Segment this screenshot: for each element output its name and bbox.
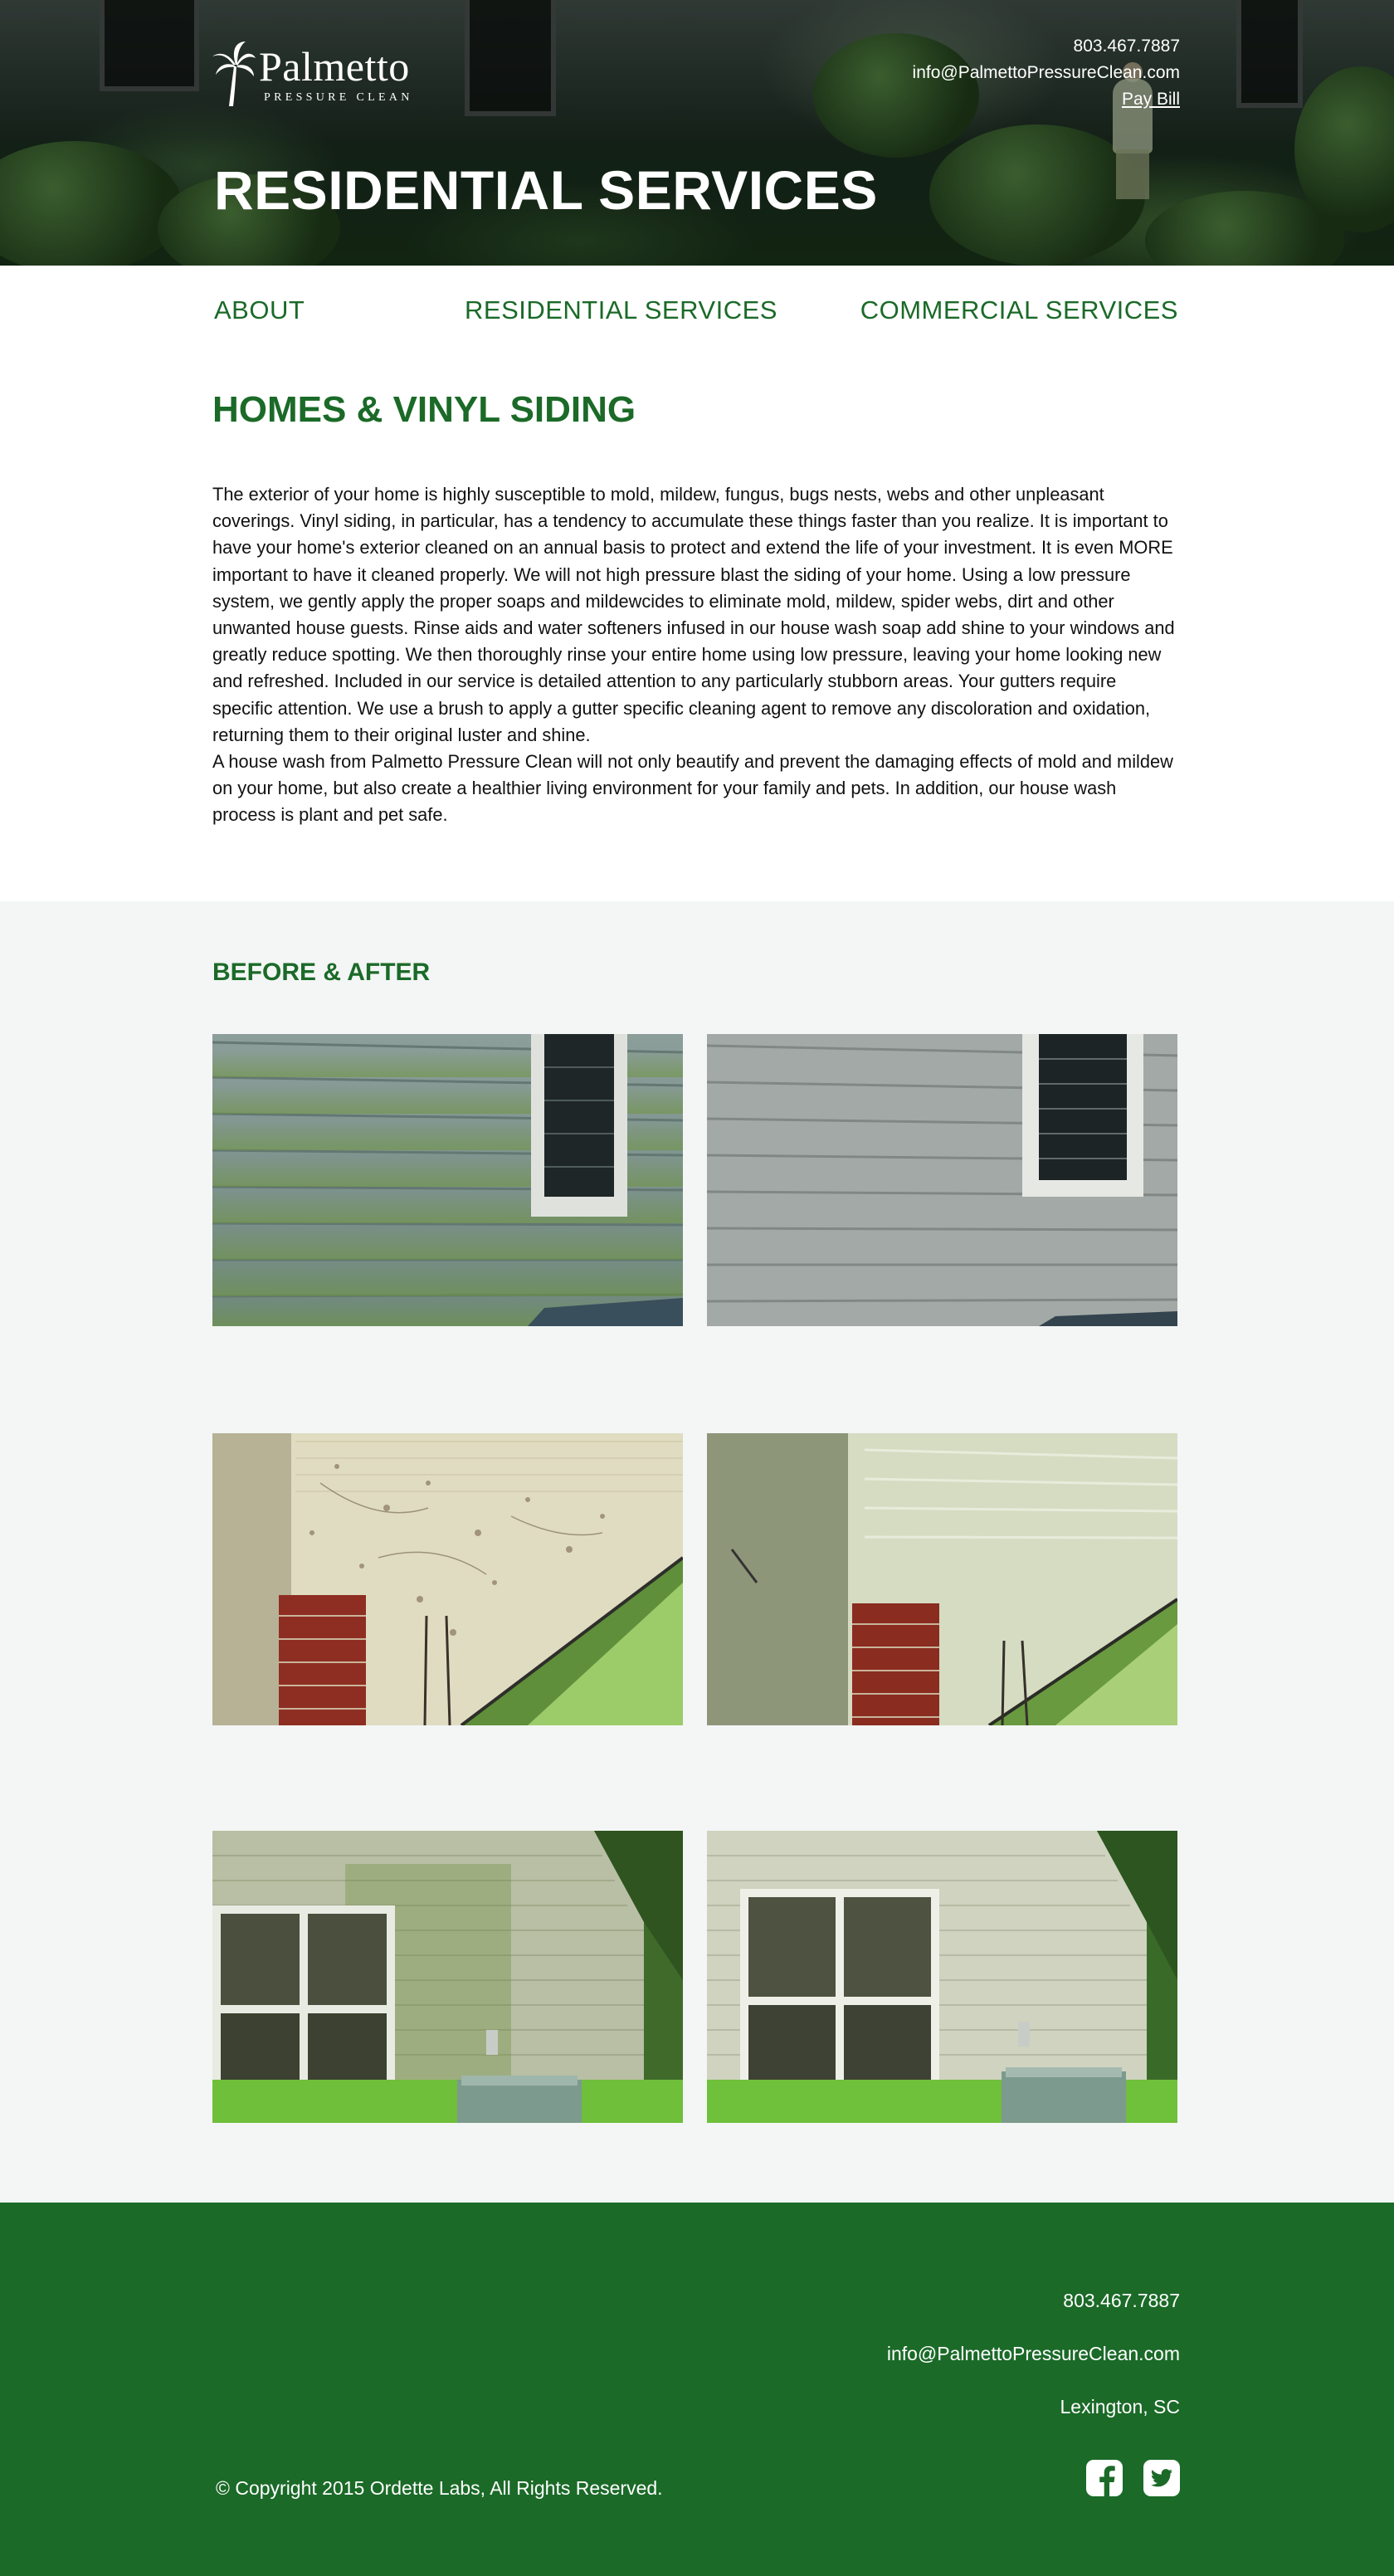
- description-paragraph: A house wash from Palmetto Pressure Clea…: [212, 751, 1173, 826]
- site-logo[interactable]: Palmetto PRESSURE CLEAN: [212, 41, 445, 108]
- siding-after-photo[interactable]: [707, 1034, 1177, 1326]
- description-paragraph: The exterior of your home is highly susc…: [212, 484, 1175, 745]
- site-footer: [0, 2203, 1394, 2576]
- porch-before-photo[interactable]: [212, 1433, 683, 1725]
- page-title: RESIDENTIAL SERVICES: [214, 159, 878, 221]
- service-description: The exterior of your home is highly susc…: [212, 481, 1182, 829]
- nav-item-residential-services[interactable]: RESIDENTIAL SERVICES: [465, 290, 777, 330]
- logo-name: Palmetto: [259, 43, 410, 90]
- house-side-after-photo[interactable]: [707, 1831, 1177, 2123]
- copyright-text: © Copyright 2015 Ordette Labs, All Right…: [216, 2477, 663, 2499]
- palm-tree-icon: [212, 41, 256, 106]
- twitter-icon[interactable]: [1143, 2460, 1180, 2496]
- before-after-heading: BEFORE & AFTER: [212, 959, 431, 986]
- facebook-icon[interactable]: [1086, 2460, 1123, 2496]
- header-phone[interactable]: 803.467.7887: [913, 33, 1180, 60]
- siding-before-photo[interactable]: [212, 1034, 683, 1326]
- footer-location: Lexington, SC: [1060, 2396, 1180, 2417]
- header-email[interactable]: info@PalmettoPressureClean.com: [913, 60, 1180, 86]
- before-after-section: [0, 901, 1394, 2203]
- main-nav: ABOUT RESIDENTIAL SERVICES COMMERCIAL SE…: [214, 290, 1178, 330]
- footer-email[interactable]: info@PalmettoPressureClean.com: [887, 2340, 1180, 2367]
- logo-tagline: PRESSURE CLEAN: [264, 91, 413, 104]
- porch-after-photo[interactable]: [707, 1433, 1177, 1725]
- nav-item-about[interactable]: ABOUT: [214, 290, 305, 330]
- nav-item-commercial-services[interactable]: COMMERCIAL SERVICES: [860, 290, 1178, 330]
- pay-bill-link[interactable]: Pay Bill: [913, 86, 1180, 113]
- section-heading: HOMES & VINYL SIDING: [212, 389, 636, 430]
- footer-phone[interactable]: 803.467.7887: [1063, 2287, 1180, 2314]
- hero-banner: [0, 0, 1394, 266]
- house-side-before-photo[interactable]: [212, 1831, 683, 2123]
- header-contact: 803.467.7887 info@PalmettoPressureClean.…: [913, 33, 1180, 113]
